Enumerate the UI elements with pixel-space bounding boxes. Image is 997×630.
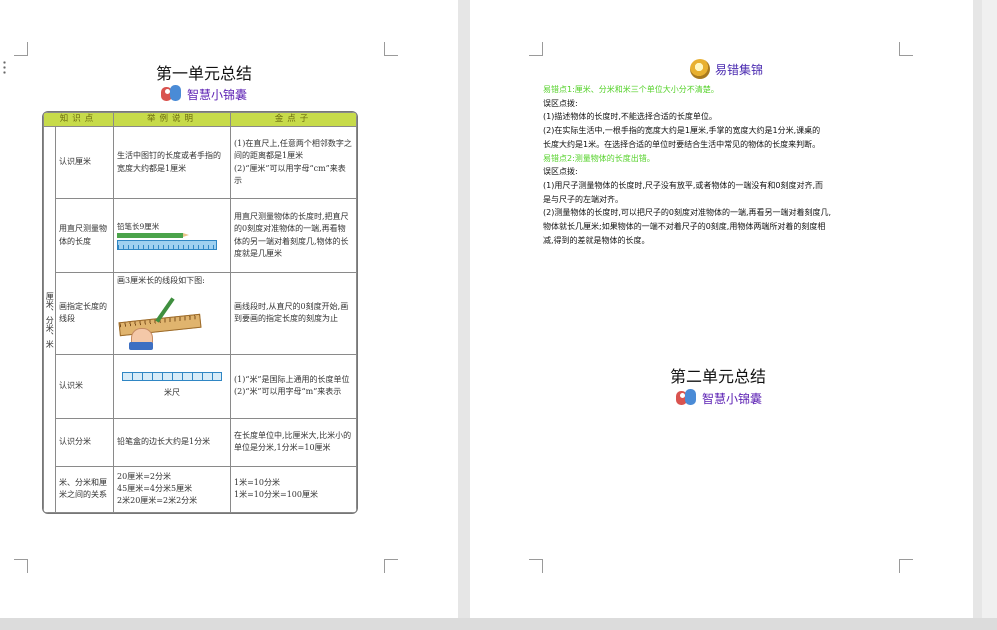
tips-cell: 画线段时,从直尺的0刻度开始,画到要画的指定长度的刻度为止	[230, 272, 357, 355]
example-cell: 铅笔盒的边长大约是1分米	[113, 417, 232, 467]
text-line: 减,得到的差就是物体的长度。	[543, 235, 650, 245]
mistakes-heading-label: 易错集锦	[715, 62, 764, 77]
mistakes-heading: 易错集锦	[690, 59, 763, 79]
text-line: (1)用尺子测量物体的长度时,尺子没有放平,或者物体的一端没有和0刻度对齐,而	[543, 180, 824, 190]
tips-cell: 在长度单位中,比厘米大,比米小的单位是分米,1分米=10厘米	[230, 417, 357, 467]
page-gap-strip	[0, 618, 997, 630]
tip-line: (2)“厘米”可以用字母“cm”来表示	[234, 163, 346, 186]
example-text: 画3厘米长的线段如下图:	[117, 276, 205, 286]
table-row: 认识分米 铅笔盒的边长大约是1分米 在长度单位中,比厘米大,比米小的单位是分米,…	[44, 417, 357, 467]
topic-cell: 用直尺测量物体的长度	[54, 198, 115, 274]
hand-drawing-illustration	[118, 290, 202, 352]
table-row: 米、分米和厘米之间的关系 20厘米=2分米 45厘米=4分米5厘米 2米20厘米…	[44, 465, 357, 513]
tip-line: 在长度单位中,比厘米大,比米小的单位是分米,1分米=10厘米	[234, 430, 352, 453]
mascot-icon	[160, 84, 182, 104]
example-cell: 米尺	[113, 353, 232, 419]
example-cell: 生活中图钉的长度或者手指的宽度大约都是1厘米	[113, 126, 232, 200]
crop-mark	[899, 559, 913, 573]
text-line: 易错点1:厘米、分米和米三个单位大小分不清楚。	[543, 85, 719, 94]
mascot-icon	[675, 388, 697, 408]
section-subhead: 智慧小锦囊	[160, 84, 247, 104]
example-cell: 铅笔长9厘米	[113, 198, 232, 274]
text-line: 误区点拨:	[543, 98, 578, 108]
example-line: 45厘米=4分米5厘米	[117, 484, 193, 494]
tip-line: (1)“米”是国际上通用的长度单位	[234, 374, 350, 384]
page-title: 第一单元总结	[156, 64, 253, 83]
topic-cell: 米、分米和厘米之间的关系	[54, 465, 115, 513]
summary-table: 知识点 举例说明 金点子 厘米、分米、米 认识厘米 生活中图钉的长度或者手指的宽…	[42, 111, 358, 514]
document-page-1: 第一单元总结 智慧小锦囊 知识点 举例说明 金点子 厘米、分米、米 认识厘米 生…	[0, 0, 458, 618]
text-line: (2)测量物体的长度时,可以把尺子的0刻度对准物体的一端,再看另一端对着刻度几,	[543, 208, 832, 218]
page-title-unit-2: 第二单元总结	[670, 367, 767, 386]
mistakes-text: 易错点1:厘米、分米和米三个单位大小分不清楚。 误区点拨: (1)描述物体的长度…	[543, 83, 905, 247]
subhead-label: 智慧小锦囊	[702, 391, 763, 406]
tips-cell: 用直尺测量物体的长度时,把直尺的0刻度对准物体的一端,再看物体的另一端对着刻度几…	[230, 198, 357, 274]
lamp-icon	[690, 59, 710, 79]
subhead-label: 智慧小锦囊	[187, 87, 248, 102]
crop-mark	[14, 42, 28, 56]
text-line: 误区点拨:	[543, 167, 578, 177]
table-row: 厘米、分米、米 认识厘米 生活中图钉的长度或者手指的宽度大约都是1厘米 (1)在…	[43, 126, 357, 513]
section-subhead-unit-2: 智慧小锦囊	[675, 388, 762, 408]
tip-line: (2)“米”可以用字母“m”来表示	[234, 387, 342, 397]
crop-mark	[384, 559, 398, 573]
text-line: (2)在实际生活中,一根手指的宽度大约是1厘米,手掌的宽度大约是1分米,课桌的	[543, 126, 821, 136]
column-header: 知识点	[43, 112, 115, 128]
tip-line: 1米=10分米	[234, 477, 280, 487]
tip-line: 用直尺测量物体的长度时,把直尺的0刻度对准物体的一端,再看物体的另一端对着刻度几…	[234, 211, 349, 259]
column-header: 举例说明	[113, 112, 232, 128]
tip-line: (1)在直尺上,任意两个相邻数字之间的距离都是1厘米	[234, 138, 352, 161]
meter-stick-illustration	[122, 372, 223, 382]
topic-cell: 认识米	[54, 353, 115, 419]
tips-cell: 1米=10分米 1米=10分米=100厘米	[230, 465, 357, 513]
drag-handle-icon[interactable]	[3, 60, 6, 74]
crop-mark	[529, 559, 543, 573]
column-header: 金点子	[230, 112, 357, 128]
table-row: 画指定长度的线段 画3厘米长的线段如下图: 画线段时,从直尺的0刻度开始,画到要…	[44, 272, 357, 355]
meter-stick-caption: 米尺	[164, 388, 181, 398]
example-line: 2米20厘米=2米2分米	[117, 496, 198, 506]
table-header-row: 知识点 举例说明 金点子	[43, 112, 357, 128]
topic-cell: 画指定长度的线段	[54, 272, 115, 355]
table-row: 认识米 米尺 (1)“米”是国际上通用的长度单位 (2)“米”可以用字母“m”来…	[44, 353, 357, 419]
tip-line: 1米=10分米=100厘米	[234, 490, 318, 500]
example-cell: 画3厘米长的线段如下图:	[113, 272, 232, 355]
pencil-illustration	[117, 232, 190, 238]
topic-cell: 认识分米	[54, 417, 115, 467]
crop-mark	[529, 42, 543, 56]
table-row: 用直尺测量物体的长度 铅笔长9厘米 用直尺测量物体的长度时,把直尺的0刻度对准物…	[44, 198, 357, 274]
ruler-illustration	[117, 239, 218, 250]
crop-mark	[14, 559, 28, 573]
example-line: 20厘米=2分米	[117, 471, 171, 481]
vertical-scrollbar[interactable]	[982, 0, 997, 630]
tip-line: 画线段时,从直尺的0刻度开始,画到要画的指定长度的刻度为止	[234, 301, 349, 324]
text-line: 易错点2:测量物体的长度出错。	[543, 153, 655, 163]
example-cell: 20厘米=2分米 45厘米=4分米5厘米 2米20厘米=2米2分米	[113, 465, 232, 513]
side-label: 厘米、分米、米	[43, 126, 56, 513]
tips-cell: (1)“米”是国际上通用的长度单位 (2)“米”可以用字母“m”来表示	[230, 353, 357, 419]
pencil-caption: 铅笔长9厘米	[117, 222, 160, 232]
text-line: 是与尺子的左端对齐。	[543, 194, 623, 204]
text-line: (1)描述物体的长度时,不能选择合适的长度单位。	[543, 112, 717, 122]
topic-cell: 认识厘米	[54, 126, 115, 200]
crop-mark	[384, 42, 398, 56]
tips-cell: (1)在直尺上,任意两个相邻数字之间的距离都是1厘米 (2)“厘米”可以用字母“…	[230, 126, 357, 200]
text-line: 长度大约是1米。在选择合适的单位时要结合生活中常见的物体的长度来判断。	[543, 139, 821, 149]
text-line: 物体就长几厘米;如果物体的一端不对着尺子的0刻度,用物体两端所对着的刻度相	[543, 222, 826, 232]
crop-mark	[899, 42, 913, 56]
